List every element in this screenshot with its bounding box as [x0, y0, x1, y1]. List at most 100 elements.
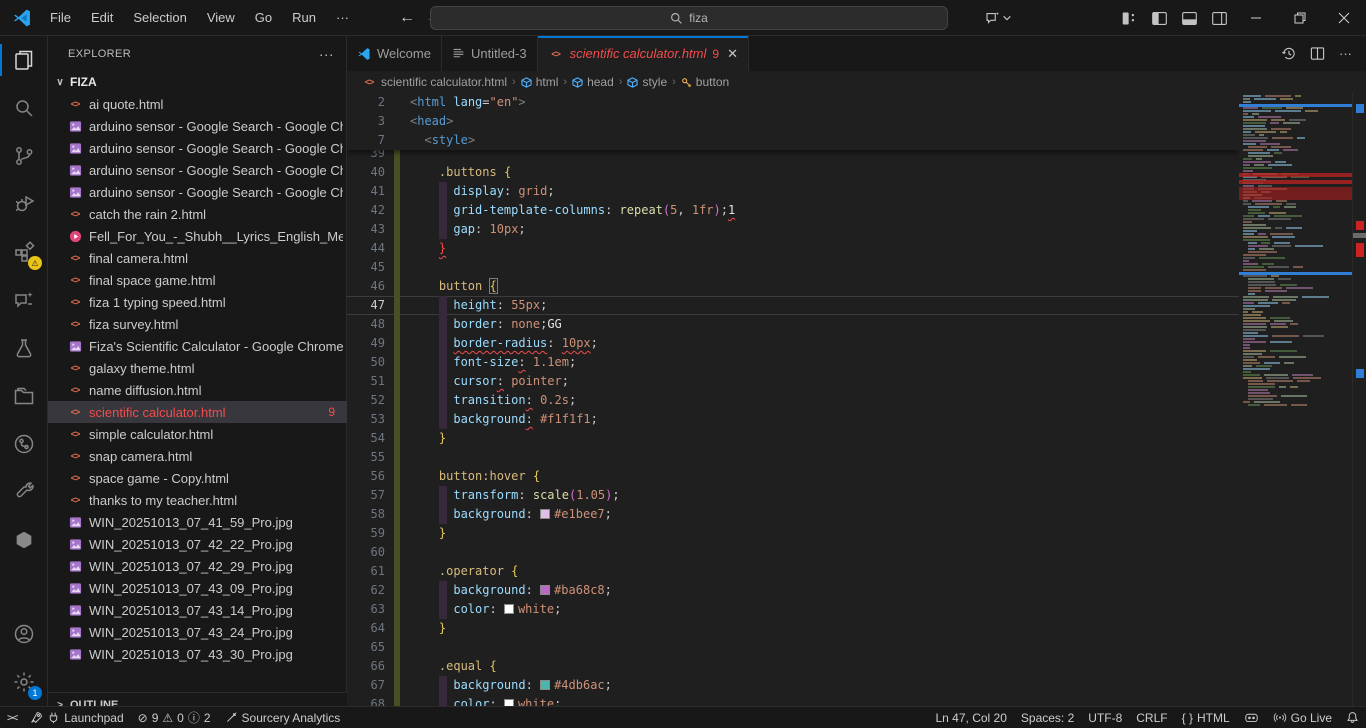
activitybar-extensions[interactable]: ⚠ — [0, 228, 48, 276]
activitybar-hexagon[interactable] — [0, 516, 48, 564]
code-line[interactable]: 48 border: none;GG — [347, 315, 1239, 334]
code-line[interactable]: 60 — [347, 543, 1239, 562]
language-mode[interactable]: { }HTML — [1175, 707, 1237, 728]
breadcrumb-style[interactable]: style — [627, 75, 667, 89]
breadcrumb-file[interactable]: <>scientific calculator.html — [361, 75, 507, 89]
activitybar-chat[interactable] — [0, 276, 48, 324]
cursor-position[interactable]: Ln 47, Col 20 — [929, 707, 1014, 728]
copilot-status-icon[interactable] — [1237, 707, 1266, 728]
code-line[interactable]: 7 <style> — [347, 131, 1239, 150]
toggle-secondary-sidebar-icon[interactable] — [1204, 5, 1234, 31]
file-item[interactable]: WIN_20251013_07_42_29_Pro.jpg — [48, 555, 347, 577]
activitybar-search[interactable] — [0, 84, 48, 132]
file-item[interactable]: WIN_20251013_07_43_24_Pro.jpg — [48, 621, 347, 643]
menu-file[interactable]: File — [42, 6, 79, 29]
code-line[interactable]: 3<head> — [347, 112, 1239, 131]
code-line[interactable]: 68 color: white; — [347, 695, 1239, 706]
code-line[interactable]: 67 background: #4db6ac; — [347, 676, 1239, 695]
launchpad-button[interactable]: Launchpad — [23, 707, 130, 728]
activitybar-explorer[interactable] — [0, 36, 48, 84]
code-line[interactable]: 2<html lang="en"> — [347, 93, 1239, 112]
explorer-more-actions-icon[interactable]: ··· — [319, 46, 334, 62]
tab-scientific-calculator[interactable]: <> scientific calculator.html 9 ✕ — [538, 36, 749, 71]
file-item[interactable]: WIN_20251013_07_41_59_Pro.jpg — [48, 511, 347, 533]
timeline-history-icon[interactable] — [1281, 46, 1296, 61]
remote-indicator[interactable]: >< — [0, 707, 23, 728]
file-item[interactable]: WIN_20251013_07_43_09_Pro.jpg — [48, 577, 347, 599]
activitybar-settings[interactable]: 1 — [0, 658, 48, 706]
activitybar-testing[interactable] — [0, 324, 48, 372]
menu-view[interactable]: View — [199, 6, 243, 29]
window-close-button[interactable] — [1322, 0, 1366, 36]
copilot-chat-icon[interactable] — [978, 5, 1018, 31]
activitybar-run-debug[interactable] — [0, 180, 48, 228]
code-line[interactable]: 64 } — [347, 619, 1239, 638]
activitybar-gitlens[interactable] — [0, 420, 48, 468]
window-minimize-button[interactable] — [1234, 0, 1278, 36]
menu-more[interactable]: ··· — [328, 6, 357, 29]
code-line[interactable]: 56 button:hover { — [347, 467, 1239, 486]
file-item[interactable]: arduino sensor - Google Search - Google … — [48, 115, 347, 137]
code-line[interactable]: 63 color: white; — [347, 600, 1239, 619]
code-line[interactable]: 58 background: #e1bee7; — [347, 505, 1239, 524]
menu-selection[interactable]: Selection — [125, 6, 194, 29]
overview-ruler[interactable] — [1352, 93, 1366, 706]
tab-untitled-3[interactable]: Untitled-3 — [442, 36, 538, 71]
breadcrumb-html[interactable]: html — [521, 75, 559, 89]
code-line[interactable]: 46 button { — [347, 277, 1239, 296]
code-line[interactable]: 43 gap: 10px; — [347, 220, 1239, 239]
file-item[interactable]: <>final camera.html — [48, 247, 347, 269]
code-line[interactable]: 42 grid-template-columns: repeat(5, 1fr)… — [347, 201, 1239, 220]
breadcrumb-head[interactable]: head — [572, 75, 614, 89]
code-line[interactable]: 50 font-size: 1.1em; — [347, 353, 1239, 372]
code-line[interactable]: 65 — [347, 638, 1239, 657]
code-line[interactable]: 55 — [347, 448, 1239, 467]
file-item[interactable]: <>fiza 1 typing speed.html — [48, 291, 347, 313]
file-item[interactable]: <>final space game.html — [48, 269, 347, 291]
file-item[interactable]: <>snap camera.html — [48, 445, 347, 467]
file-item[interactable]: Fell_For_You_-_Shubh__Lyrics_English_Mea… — [48, 225, 347, 247]
file-item[interactable]: arduino sensor - Google Search - Google … — [48, 159, 347, 181]
toggle-panel-icon[interactable] — [1174, 5, 1204, 31]
activitybar-source-control[interactable] — [0, 132, 48, 180]
sourcery-button[interactable]: Sourcery Analytics — [218, 707, 348, 728]
code-line-current[interactable]: 47 height: 55px; — [347, 296, 1239, 315]
indentation[interactable]: Spaces: 2 — [1014, 707, 1081, 728]
breadcrumb-button[interactable]: button — [681, 75, 729, 89]
encoding[interactable]: UTF-8 — [1081, 707, 1129, 728]
file-item[interactable]: <>simple calculator.html — [48, 423, 347, 445]
code-line[interactable]: 52 transition: 0.2s; — [347, 391, 1239, 410]
activitybar-tools[interactable] — [0, 468, 48, 516]
code-line[interactable]: 54 } — [347, 429, 1239, 448]
menu-run[interactable]: Run — [284, 6, 324, 29]
code-line[interactable]: 49 border-radius: 10px; — [347, 334, 1239, 353]
command-center-search[interactable]: fiza — [430, 6, 948, 30]
code-line[interactable]: 61 .operator { — [347, 562, 1239, 581]
code-line[interactable]: 53 background: #f1f1f1; — [347, 410, 1239, 429]
eol-sequence[interactable]: CRLF — [1129, 707, 1174, 728]
file-item[interactable]: <>ai quote.html — [48, 93, 347, 115]
code-line[interactable]: 41 display: grid; — [347, 182, 1239, 201]
problems-button[interactable]: ⊘9 ⚠0 ⓘ2 — [131, 707, 218, 728]
file-item[interactable]: <>scientific calculator.html9 — [48, 401, 347, 423]
window-restore-button[interactable] — [1278, 0, 1322, 36]
file-item[interactable]: Fiza's Scientific Calculator - Google Ch… — [48, 335, 347, 357]
file-item[interactable]: WIN_20251013_07_42_22_Pro.jpg — [48, 533, 347, 555]
file-item[interactable]: <>name diffusion.html — [48, 379, 347, 401]
code-line[interactable]: 51 cursor: pointer; — [347, 372, 1239, 391]
notifications-bell-icon[interactable] — [1339, 707, 1366, 728]
file-item[interactable]: <>thanks to my teacher.html — [48, 489, 347, 511]
file-item[interactable]: WIN_20251013_07_43_30_Pro.jpg — [48, 643, 347, 665]
activitybar-account[interactable] — [0, 610, 48, 658]
minimap[interactable] — [1239, 93, 1352, 706]
file-item[interactable]: WIN_20251013_07_43_14_Pro.jpg — [48, 599, 347, 621]
customize-layout-icon[interactable] — [1114, 5, 1144, 31]
go-live-button[interactable]: Go Live — [1266, 707, 1339, 728]
nav-back-icon[interactable]: ← — [399, 9, 415, 27]
toggle-primary-sidebar-icon[interactable] — [1144, 5, 1174, 31]
file-item[interactable]: arduino sensor - Google Search - Google … — [48, 181, 347, 203]
file-item[interactable]: <>catch the rain 2.html — [48, 203, 347, 225]
activitybar-project-manager[interactable] — [0, 372, 48, 420]
code-line[interactable]: 57 transform: scale(1.05); — [347, 486, 1239, 505]
file-item[interactable]: <>fiza survey.html — [48, 313, 347, 335]
